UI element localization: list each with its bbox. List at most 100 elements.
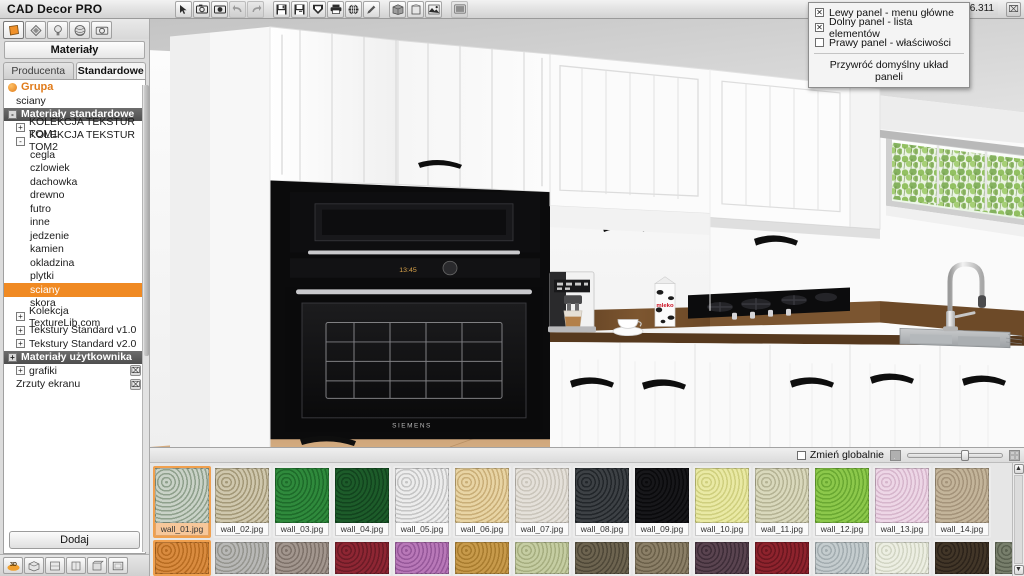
swatch-grid[interactable]: wall_01.jpg wall_02.jpg wall_03.jpg wall_04… (150, 463, 1012, 576)
view-side-icon[interactable] (66, 557, 86, 574)
texture-swatch[interactable] (393, 540, 451, 576)
menu-item-restore-layout[interactable]: Przywróć domyślny układ paneli (809, 57, 969, 85)
print-icon[interactable] (327, 0, 344, 18)
tree-item[interactable]: + Materiały użytkownika (4, 350, 145, 364)
texture-swatch[interactable]: wall_08.jpg (573, 466, 631, 538)
expand-icon[interactable]: + (16, 366, 25, 376)
texture-swatch[interactable]: wall_10.jpg (693, 466, 751, 538)
large-thumbnails-icon[interactable] (1009, 449, 1020, 461)
texture-swatch[interactable]: wall_11.jpg (753, 466, 811, 538)
view-top-icon[interactable] (24, 557, 44, 574)
texture-thumbnail[interactable] (455, 468, 509, 523)
view-plan-icon[interactable] (108, 557, 128, 574)
tree-item[interactable]: czlowiek (4, 162, 145, 176)
tree-item[interactable]: Zrzuty ekranu ⌧ (4, 378, 145, 392)
texture-swatch[interactable]: wall_02.jpg (213, 466, 271, 538)
texture-thumbnail[interactable] (695, 468, 749, 523)
texture-thumbnail[interactable] (935, 542, 989, 574)
collapse-icon[interactable]: - (16, 136, 25, 146)
checkbox-unchecked-icon[interactable] (796, 450, 806, 460)
tree-item[interactable]: futro (4, 202, 145, 216)
panel-layout-menu[interactable]: ✕ Lewy panel - menu główne ✕ Dolny panel… (808, 2, 970, 88)
texture-swatch[interactable] (513, 540, 571, 576)
textures-mode-icon[interactable] (69, 21, 90, 39)
tab-producenta[interactable]: Producenta (3, 62, 74, 79)
texture-swatch[interactable] (753, 540, 811, 576)
lighting-mode-icon[interactable] (47, 21, 68, 39)
left-panel-scrollbar[interactable] (142, 85, 149, 552)
texture-swatch[interactable] (993, 540, 1012, 576)
texture-swatch[interactable] (153, 540, 211, 576)
group-value-row[interactable]: sciany (4, 94, 145, 108)
checkbox-checked-icon[interactable]: ✕ (815, 8, 824, 17)
tree-item[interactable]: - KOLEKCJA TEKSTUR TOM2 (4, 129, 145, 153)
texture-thumbnail[interactable] (575, 542, 629, 574)
texture-thumbnail[interactable] (335, 468, 389, 523)
tree-item[interactable]: + Tekstury Standard v2.0 (4, 337, 145, 351)
scrollbar-track[interactable] (1014, 475, 1023, 564)
thumbnail-size-slider[interactable] (907, 449, 1003, 461)
texture-thumbnail[interactable] (275, 468, 329, 523)
tree-item[interactable]: drewno (4, 189, 145, 203)
texture-thumbnail[interactable] (455, 542, 509, 574)
tree-item[interactable]: + grafiki ⌧ (4, 364, 145, 378)
collapse-icon[interactable]: - (8, 109, 17, 119)
undo-icon[interactable] (229, 0, 246, 18)
camera-mode-icon[interactable] (91, 21, 112, 39)
swatch-row-1[interactable]: wall_01.jpg wall_02.jpg wall_03.jpg wall_04… (153, 466, 1010, 538)
tree-item[interactable]: sciany (4, 283, 145, 297)
texture-swatch[interactable]: wall_07.jpg (513, 466, 571, 538)
panels-layout-icon[interactable] (451, 0, 468, 18)
redo-icon[interactable] (247, 0, 264, 18)
view-3d-icon[interactable]: 3D (3, 557, 23, 574)
checkbox-checked-icon[interactable]: ✕ (815, 23, 824, 32)
texture-swatch[interactable] (873, 540, 931, 576)
texture-swatch[interactable] (693, 540, 751, 576)
texture-thumbnail[interactable] (395, 468, 449, 523)
edit-pencil-icon[interactable] (363, 0, 380, 18)
cursor-select-icon[interactable] (175, 0, 192, 18)
texture-thumbnail[interactable] (155, 542, 209, 574)
material-tree[interactable]: - Materiały standardowe + KOLEKCJA TEKSTUR … (4, 107, 145, 529)
texture-swatch[interactable]: wall_13.jpg (873, 466, 931, 538)
texture-swatch[interactable] (633, 540, 691, 576)
view-iso-icon[interactable] (87, 557, 107, 574)
texture-swatch[interactable] (273, 540, 331, 576)
expand-icon[interactable]: + (16, 312, 25, 322)
tree-item[interactable]: plytki (4, 270, 145, 284)
texture-swatch[interactable] (213, 540, 271, 576)
texture-thumbnail[interactable] (755, 542, 809, 574)
expand-icon[interactable]: + (16, 325, 25, 335)
expand-icon[interactable]: + (16, 123, 25, 133)
texture-thumbnail[interactable] (515, 542, 569, 574)
texture-thumbnail[interactable] (755, 468, 809, 523)
texture-swatch[interactable] (453, 540, 511, 576)
texture-thumbnail[interactable] (215, 468, 269, 523)
texture-thumbnail[interactable] (995, 542, 1012, 574)
add-button[interactable]: Dodaj (9, 531, 140, 549)
view-front-icon[interactable] (45, 557, 65, 574)
save-as-icon[interactable] (291, 0, 308, 18)
palette-scrollbar[interactable]: ▲ ▼ (1012, 463, 1024, 576)
texture-thumbnail[interactable] (335, 542, 389, 574)
texture-thumbnail[interactable] (875, 542, 929, 574)
menu-item-bottom-panel[interactable]: ✕ Dolny panel - lista elementów (809, 16, 969, 40)
import-icon[interactable] (309, 0, 326, 18)
texture-thumbnail[interactable] (695, 542, 749, 574)
texture-swatch[interactable] (573, 540, 631, 576)
texture-thumbnail[interactable] (935, 468, 989, 523)
tree-item[interactable]: + Kolekcja TextureLib.com (4, 305, 145, 329)
wall-icon[interactable] (407, 0, 424, 18)
expand-icon[interactable]: + (16, 339, 25, 349)
swatch-row-2[interactable] (153, 540, 1012, 576)
checkbox-unchecked-icon[interactable] (815, 38, 824, 47)
texture-swatch[interactable]: wall_06.jpg (453, 466, 511, 538)
remove-icon[interactable]: ⌧ (130, 365, 141, 377)
texture-swatch[interactable] (933, 540, 991, 576)
texture-swatch[interactable]: wall_01.jpg (153, 466, 211, 538)
tree-item[interactable]: + Tekstury Standard v1.0 (4, 324, 145, 338)
close-icon[interactable]: ⌧ (1006, 2, 1021, 17)
expand-icon[interactable]: + (8, 352, 17, 362)
scroll-down-icon[interactable]: ▼ (1013, 565, 1024, 575)
camera-icon[interactable] (193, 0, 210, 18)
